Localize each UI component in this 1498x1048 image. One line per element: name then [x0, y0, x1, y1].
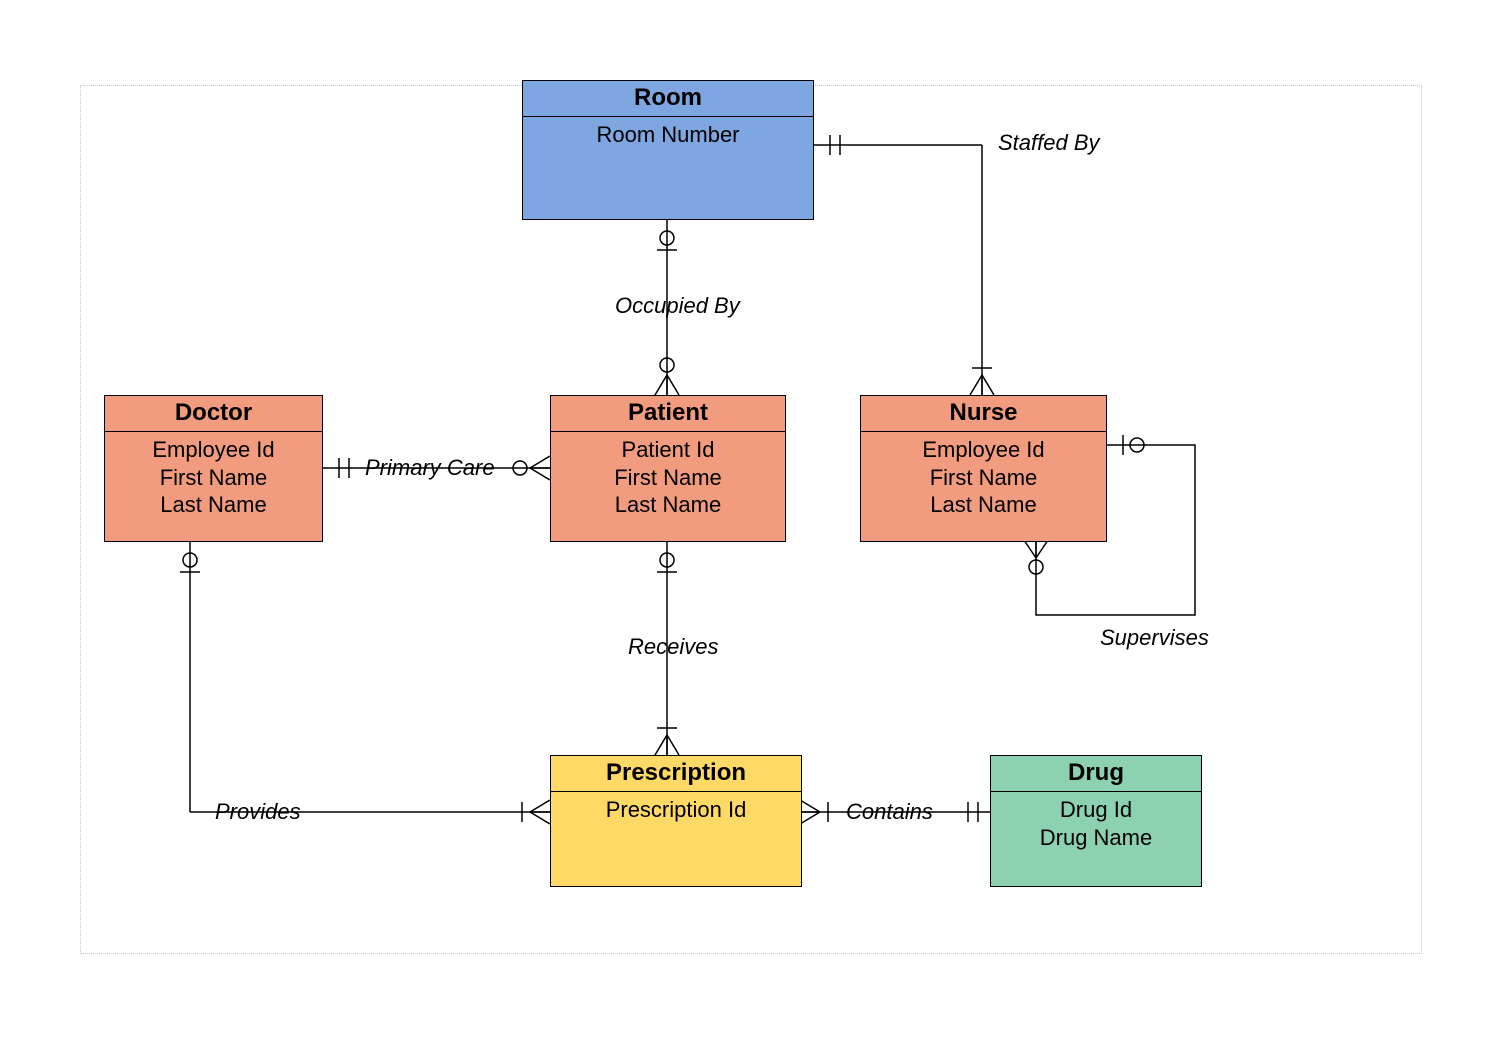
entity-title: Doctor [105, 396, 322, 432]
entity-title: Patient [551, 396, 785, 432]
rel-provides: Provides [215, 799, 301, 825]
entity-attrs: Patient Id First Name Last Name [551, 432, 785, 519]
entity-attrs: Drug Id Drug Name [991, 792, 1201, 851]
entity-drug[interactable]: Drug Drug Id Drug Name [990, 755, 1202, 887]
entity-nurse[interactable]: Nurse Employee Id First Name Last Name [860, 395, 1107, 542]
rel-occupied-by: Occupied By [615, 293, 740, 319]
rel-supervises: Supervises [1100, 625, 1209, 651]
entity-attrs: Prescription Id [551, 792, 801, 824]
entity-patient[interactable]: Patient Patient Id First Name Last Name [550, 395, 786, 542]
entity-room[interactable]: Room Room Number [522, 80, 814, 220]
rel-contains: Contains [846, 799, 933, 825]
rel-receives: Receives [628, 634, 718, 660]
entity-title: Room [523, 81, 813, 117]
entity-attrs: Employee Id First Name Last Name [861, 432, 1106, 519]
entity-doctor[interactable]: Doctor Employee Id First Name Last Name [104, 395, 323, 542]
entity-attrs: Room Number [523, 117, 813, 149]
entity-title: Nurse [861, 396, 1106, 432]
entity-prescription[interactable]: Prescription Prescription Id [550, 755, 802, 887]
rel-primary-care: Primary Care [365, 455, 495, 481]
entity-attrs: Employee Id First Name Last Name [105, 432, 322, 519]
entity-title: Prescription [551, 756, 801, 792]
rel-staffed-by: Staffed By [998, 130, 1100, 156]
entity-title: Drug [991, 756, 1201, 792]
